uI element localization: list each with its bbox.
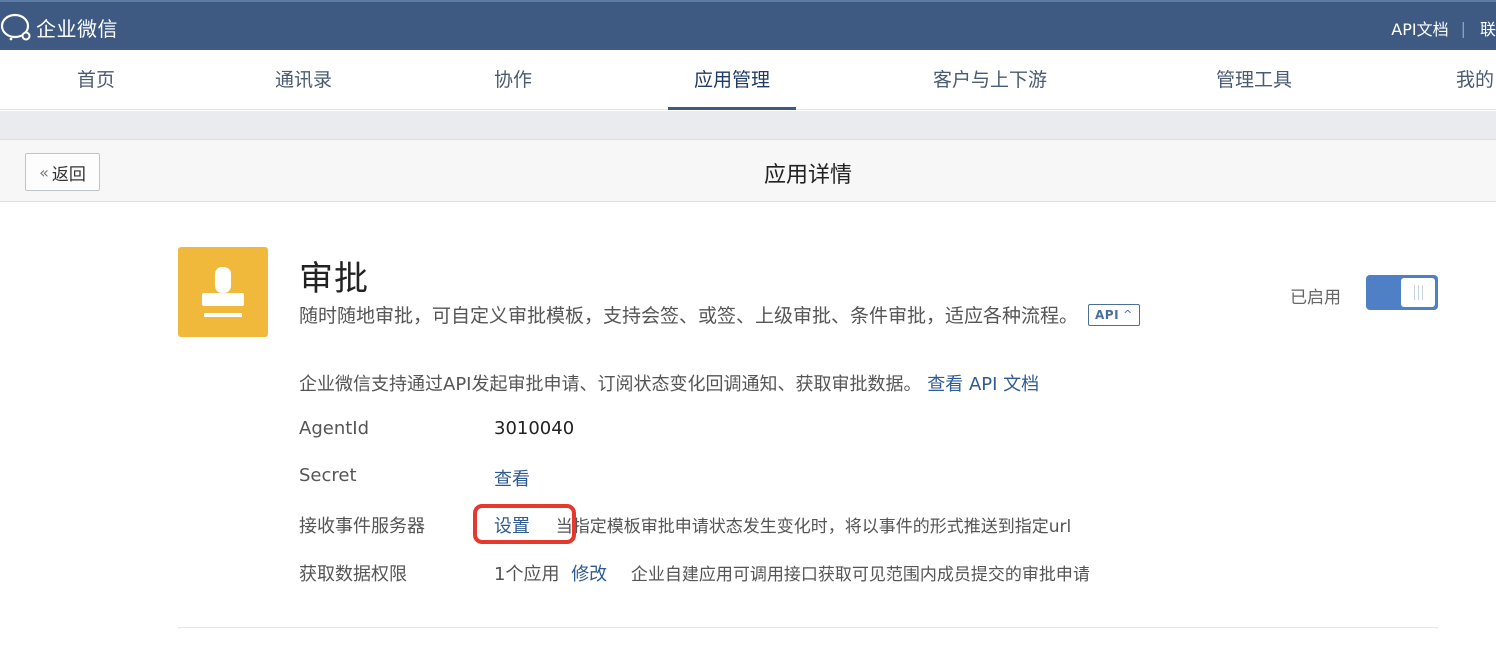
app-name: 审批 (299, 259, 369, 299)
nav-admin-tools[interactable]: 管理工具 (1216, 50, 1292, 110)
top-right-links: API文档 | 联 (1391, 16, 1496, 40)
api-docs-link[interactable]: API文档 (1391, 16, 1448, 40)
api-intro: 企业微信支持通过API发起审批申请、订阅状态变化回调通知、获取审批数据。 查看 … (299, 370, 1039, 396)
nav-app-management[interactable]: 应用管理 (667, 50, 797, 110)
app-icon (178, 247, 268, 337)
contact-link[interactable]: 联 (1480, 16, 1496, 40)
event-server-settings-link[interactable]: 设置 (494, 516, 530, 537)
enable-toggle[interactable] (1366, 275, 1438, 310)
api-toggle-tag[interactable]: API ^ (1088, 303, 1140, 326)
main-nav: 首页 通讯录 协作 应用管理 客户与上下游 管理工具 我的 (0, 50, 1496, 110)
view-secret-link[interactable]: 查看 (494, 465, 530, 491)
nav-spacer (0, 111, 1496, 139)
nav-my-company[interactable]: 我的 (1456, 50, 1494, 110)
nav-contacts[interactable]: 通讯录 (275, 50, 332, 110)
data-permission-row: 1个应用 修改 企业自建应用可调用接口获取可见范围内成员提交的审批申请 (494, 560, 1090, 586)
nav-customers[interactable]: 客户与上下游 (933, 50, 1047, 110)
data-permission-hint: 企业自建应用可调用接口获取可见范围内成员提交的审批申请 (630, 565, 1090, 585)
chevron-up-icon: ^ (1123, 308, 1133, 321)
section-divider (178, 627, 1438, 628)
app-description-text: 随时随地审批，可自定义审批模板，支持会签、或签、上级审批、条件审批，适应各种流程… (299, 305, 1079, 327)
toggle-knob (1401, 278, 1435, 307)
event-server-row: 设置 当指定模板审批申请状态发生变化时，将以事件的形式推送到指定url (494, 512, 1071, 538)
stamp-icon (202, 267, 244, 317)
agentid-label: AgentId (299, 418, 370, 439)
view-api-docs-link[interactable]: 查看 API 文档 (927, 374, 1039, 395)
secret-label: Secret (299, 465, 357, 486)
event-server-label: 接收事件服务器 (299, 516, 425, 537)
app-description: 随时随地审批，可自定义审批模板，支持会签、或签、上级审批、条件审批，适应各种流程… (299, 301, 1140, 328)
brand-logo[interactable]: 企业微信 (0, 12, 118, 42)
brand-name: 企业微信 (36, 16, 118, 41)
data-permission-value: 1个应用 (494, 564, 560, 585)
nav-collaboration[interactable]: 协作 (494, 50, 532, 110)
wecom-logo-icon (0, 13, 31, 41)
page-title: 应用详情 (763, 163, 852, 188)
link-separator: | (1460, 18, 1466, 38)
page-header: « 返回 应用详情 (0, 139, 1496, 202)
event-server-hint: 当指定模板审批申请状态发生变化时，将以事件的形式推送到指定url (555, 517, 1072, 537)
nav-home[interactable]: 首页 (77, 50, 115, 110)
api-intro-text: 企业微信支持通过API发起审批申请、订阅状态变化回调通知、获取审批数据。 (299, 374, 922, 395)
status-label: 已启用 (1290, 288, 1341, 308)
top-bar: 企业微信 API文档 | 联 (0, 0, 1496, 50)
api-tag-label: API (1095, 307, 1120, 322)
data-permission-label: 获取数据权限 (299, 564, 407, 585)
agentid-value: 3010040 (494, 418, 575, 439)
data-permission-edit-link[interactable]: 修改 (571, 564, 607, 585)
